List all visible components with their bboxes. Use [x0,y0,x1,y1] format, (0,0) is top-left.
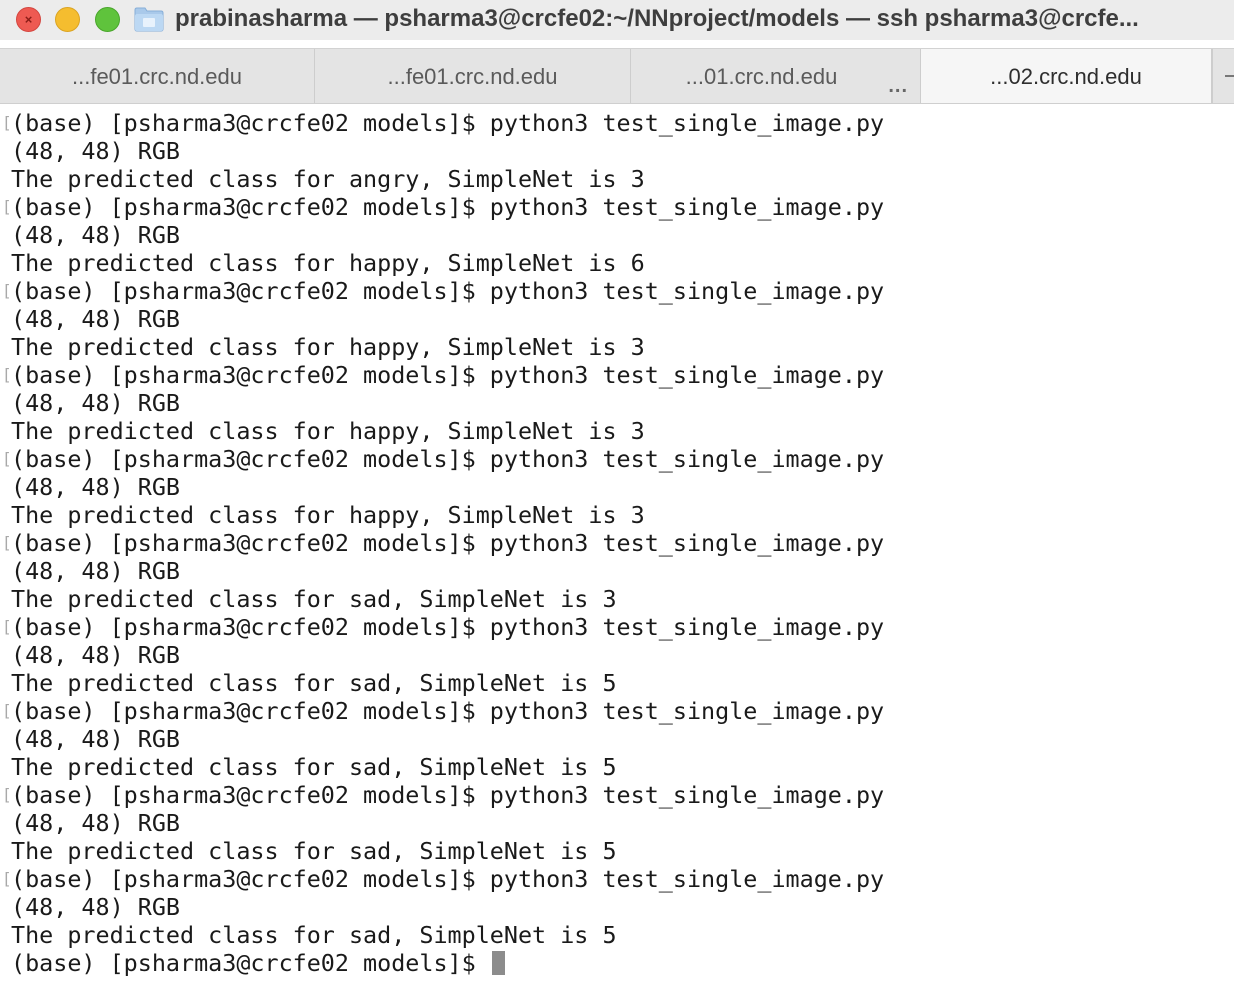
output-line: (48, 48) RGB [11,893,180,921]
new-tab-button[interactable] [1212,49,1234,103]
output-line: (48, 48) RGB [11,389,180,417]
output-line: (48, 48) RGB [11,725,180,753]
output-line: (48, 48) RGB [11,221,180,249]
tab-overflow-indicator[interactable]: ... [888,75,908,98]
command-line: (base) [psharma3@crcfe02 models]$ python… [11,193,885,221]
output-line: (48, 48) RGB [11,809,180,837]
output-line: The predicted class for happy, SimpleNet… [11,249,645,277]
command-mark: [ [2,697,10,725]
output-line: The predicted class for happy, SimpleNet… [11,417,645,445]
folder-icon [134,7,164,32]
output-line: (48, 48) RGB [11,473,180,501]
prompt-text: (base) [psharma3@crcfe02 models]$ [11,949,490,977]
command-mark: [ [2,613,10,641]
command-mark: [ [2,109,10,137]
command-line: (base) [psharma3@crcfe02 models]$ python… [11,361,885,389]
output-line: The predicted class for angry, SimpleNet… [11,165,645,193]
command-mark: [ [2,529,10,557]
command-mark: [ [2,865,10,893]
output-line: (48, 48) RGB [11,305,180,333]
command-line: (base) [psharma3@crcfe02 models]$ python… [11,697,885,725]
tab-label: ...fe01.crc.nd.edu [387,63,558,89]
command-line: (base) [psharma3@crcfe02 models]$ python… [11,277,885,305]
tab-bar: ...fe01.crc.nd.edu ...fe01.crc.nd.edu ..… [0,48,1234,104]
output-line: (48, 48) RGB [11,641,180,669]
close-icon: × [24,12,33,27]
close-button[interactable]: × [16,7,41,32]
output-line: (48, 48) RGB [11,557,180,585]
command-line: (base) [psharma3@crcfe02 models]$ python… [11,613,885,641]
window-title: prabinasharma — psharma3@crcfe02:~/NNpro… [175,5,1139,32]
terminal-output[interactable]: [ (base) [psharma3@crcfe02 models]$ pyth… [0,108,1234,982]
tab-label: ...fe01.crc.nd.edu [72,63,242,89]
command-line: (base) [psharma3@crcfe02 models]$ python… [11,865,885,893]
command-mark: [ [2,781,10,809]
output-line: The predicted class for sad, SimpleNet i… [11,753,617,781]
output-line: The predicted class for happy, SimpleNet… [11,333,645,361]
plus-icon [1225,75,1234,77]
tab-label: ...02.crc.nd.edu [990,63,1142,89]
tab-4-active[interactable]: ...02.crc.nd.edu [921,49,1212,103]
output-line: The predicted class for happy, SimpleNet… [11,501,645,529]
output-line: The predicted class for sad, SimpleNet i… [11,921,617,949]
tab-3[interactable]: ...01.crc.nd.edu ... [631,49,921,103]
command-mark: [ [2,445,10,473]
command-line: (base) [psharma3@crcfe02 models]$ python… [11,109,885,137]
output-line: The predicted class for sad, SimpleNet i… [11,837,617,865]
title-bar: × prabinasharma — psharma3@crcfe02:~/NNp… [0,0,1234,40]
output-line: The predicted class for sad, SimpleNet i… [11,669,617,697]
command-mark: [ [2,193,10,221]
command-line: (base) [psharma3@crcfe02 models]$ python… [11,781,885,809]
output-line: (48, 48) RGB [11,137,180,165]
output-line: The predicted class for sad, SimpleNet i… [11,585,617,613]
tab-label: ...01.crc.nd.edu [685,63,838,89]
tab-2[interactable]: ...fe01.crc.nd.edu [315,49,631,103]
zoom-button[interactable] [95,7,120,32]
text-cursor [491,951,505,975]
tab-1[interactable]: ...fe01.crc.nd.edu [0,49,315,103]
command-line: (base) [psharma3@crcfe02 models]$ python… [11,529,885,557]
command-mark: [ [2,277,10,305]
command-line: (base) [psharma3@crcfe02 models]$ python… [11,445,885,473]
minimize-button[interactable] [55,7,80,32]
prompt-line[interactable]: (base) [psharma3@crcfe02 models]$ [11,949,505,977]
command-mark: [ [2,361,10,389]
